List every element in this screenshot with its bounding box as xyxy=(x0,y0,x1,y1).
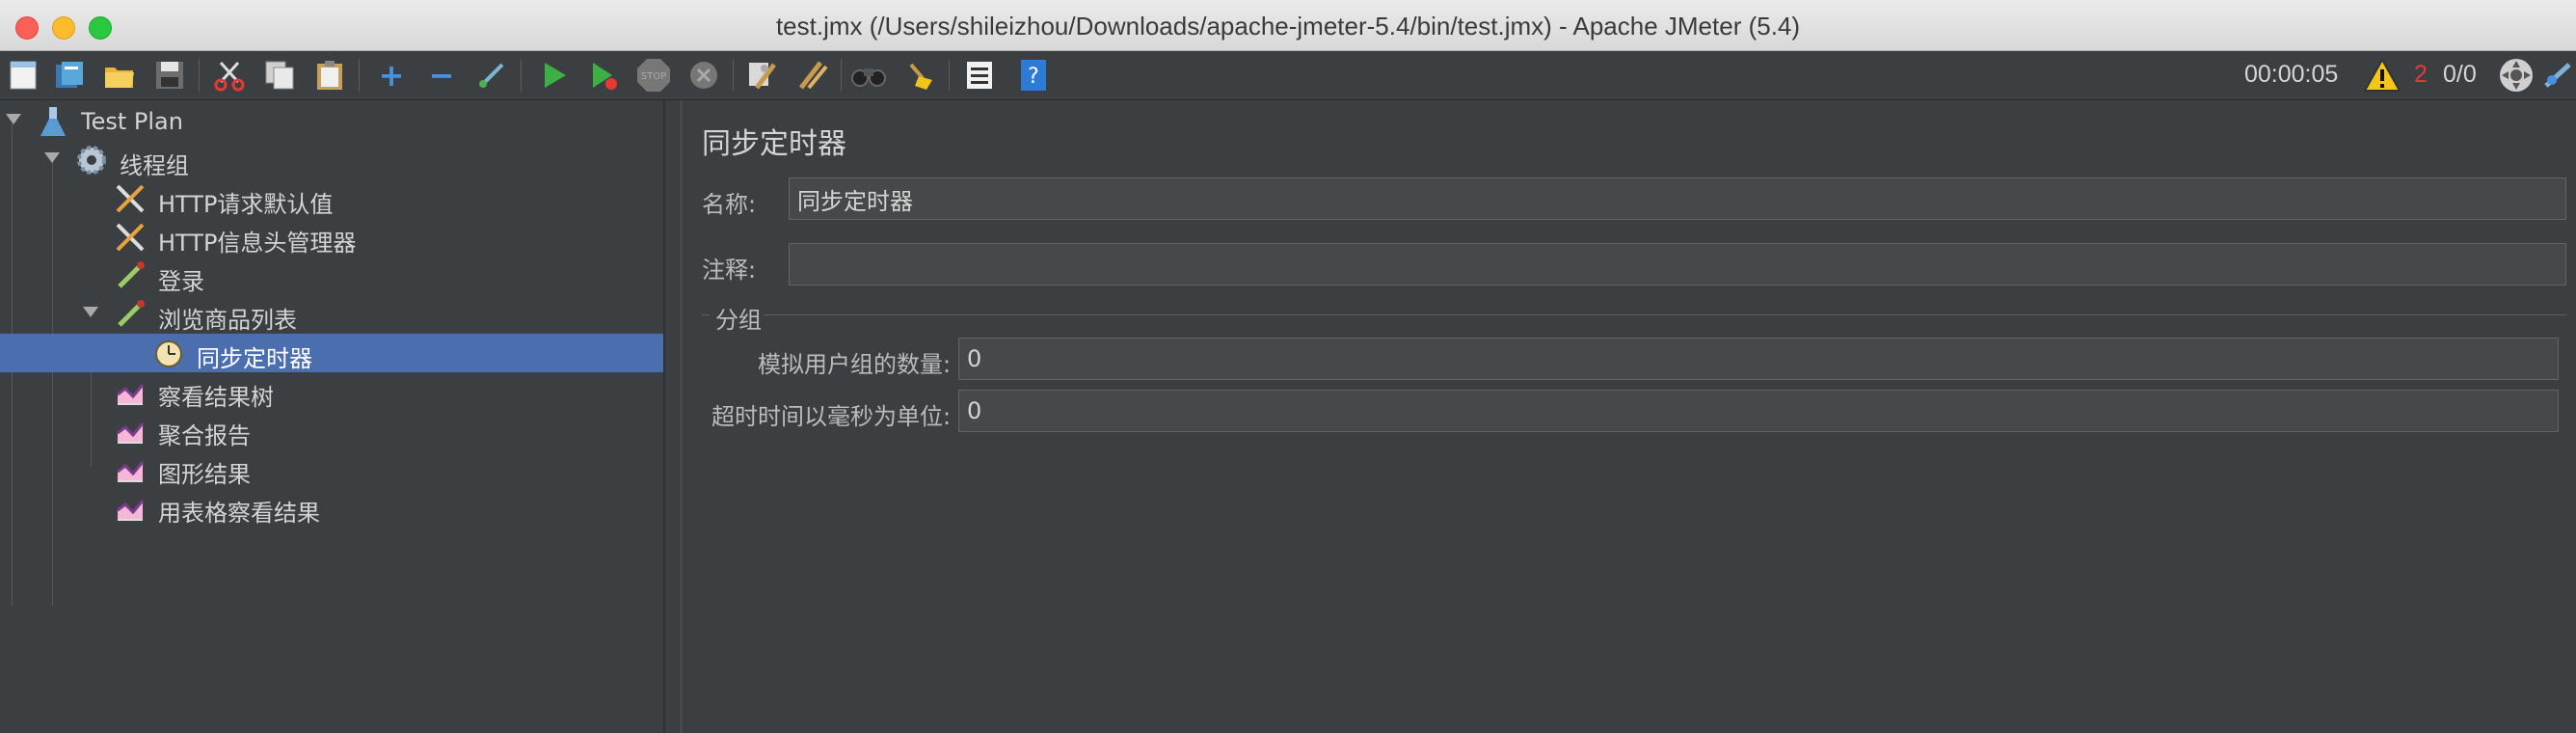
wrench-icon xyxy=(114,221,147,254)
tree-node-thread-group[interactable]: 线程组 xyxy=(0,141,663,179)
help-icon[interactable]: ? xyxy=(1014,57,1053,94)
panel-title: 同步定时器 xyxy=(702,127,846,161)
name-field[interactable] xyxy=(789,177,2566,220)
tree-node-graph-results[interactable]: 图形结果 xyxy=(0,449,663,488)
timeout-field[interactable] xyxy=(958,390,2559,432)
toolbar: + − STOP ? 00:00:05 2 0/0 xyxy=(0,51,2576,100)
warning-count: 2 xyxy=(2414,61,2428,88)
clear-icon[interactable] xyxy=(742,57,781,94)
comment-label: 注释: xyxy=(702,257,757,284)
tree-node-label: 聚合报告 xyxy=(158,422,251,449)
stop-icon[interactable]: STOP xyxy=(634,57,673,94)
expand-arrow-icon[interactable] xyxy=(44,152,60,163)
pipette-icon xyxy=(114,259,147,292)
remote-icon[interactable] xyxy=(2497,57,2536,94)
elapsed-time: 00:00:05 xyxy=(2244,61,2339,88)
start-no-pause-icon[interactable] xyxy=(584,57,623,94)
pipette-icon xyxy=(114,298,147,331)
new-icon[interactable] xyxy=(4,57,42,94)
tree-node-label: 用表格察看结果 xyxy=(158,500,320,527)
tree-node-label: Test Plan xyxy=(81,108,183,135)
cut-icon[interactable] xyxy=(210,57,249,94)
tree-node-label: 同步定时器 xyxy=(197,345,312,372)
thread-count: 0/0 xyxy=(2443,61,2477,88)
function-helper-icon[interactable] xyxy=(960,57,999,94)
tree-node-sync-timer[interactable]: 同步定时器 xyxy=(0,334,663,372)
expand-icon[interactable]: + xyxy=(372,57,411,94)
tree-node-browse-products[interactable]: 浏览商品列表 xyxy=(0,295,663,334)
graph-icon xyxy=(114,491,147,524)
tree-node-test-plan[interactable]: Test Plan xyxy=(0,102,663,141)
svg-text:?: ? xyxy=(1028,65,1039,89)
graph-icon xyxy=(114,414,147,447)
group-title: 分组 xyxy=(715,307,762,334)
tree-node-label: HTTP信息头管理器 xyxy=(158,230,357,257)
warning-icon[interactable] xyxy=(2362,57,2402,94)
tree-node-http-header-manager[interactable]: HTTP信息头管理器 xyxy=(0,218,663,257)
templates-icon[interactable] xyxy=(50,57,89,94)
timeout-label: 超时时间以毫秒为单位: xyxy=(711,403,952,430)
sync-timer-panel: 同步定时器 名称: 注释: 分组 模拟用户组的数量: 超时时间以毫秒为单位: xyxy=(667,100,2576,733)
window-titlebar: test.jmx (/Users/shileizhou/Downloads/ap… xyxy=(0,0,2576,51)
search-icon[interactable] xyxy=(850,57,889,94)
tree-node-aggregate-report[interactable]: 聚合报告 xyxy=(0,411,663,449)
paste-icon[interactable] xyxy=(310,57,349,94)
stop-label: STOP xyxy=(641,71,666,82)
gear-icon xyxy=(75,144,108,176)
tree-node-label: 察看结果树 xyxy=(158,384,274,411)
graph-icon xyxy=(114,452,147,485)
users-count-field[interactable] xyxy=(958,338,2559,380)
comment-field[interactable] xyxy=(789,243,2566,285)
tree-node-view-results-tree[interactable]: 察看结果树 xyxy=(0,372,663,411)
tree-node-http-defaults[interactable]: HTTP请求默认值 xyxy=(0,179,663,218)
users-count-label: 模拟用户组的数量: xyxy=(758,351,952,378)
tree-node-login[interactable]: 登录 xyxy=(0,257,663,295)
expand-arrow-icon[interactable] xyxy=(83,307,98,317)
tree-node-label: 浏览商品列表 xyxy=(158,307,297,334)
tree-node-label: 登录 xyxy=(158,268,204,295)
start-icon[interactable] xyxy=(534,57,573,94)
flask-icon xyxy=(37,105,69,138)
expand-arrow-icon[interactable] xyxy=(6,114,21,124)
toggle-icon[interactable] xyxy=(472,57,511,94)
shutdown-icon[interactable] xyxy=(684,57,723,94)
reset-search-icon[interactable] xyxy=(900,57,939,94)
log-viewer-icon[interactable] xyxy=(2541,57,2576,94)
tree-node-table-results[interactable]: 用表格察看结果 xyxy=(0,488,663,527)
collapse-icon[interactable]: − xyxy=(422,57,461,94)
tree-node-label: 线程组 xyxy=(120,152,189,179)
copy-icon[interactable] xyxy=(260,57,299,94)
open-icon[interactable] xyxy=(100,57,139,94)
wrench-icon xyxy=(114,182,147,215)
save-icon[interactable] xyxy=(150,57,189,94)
tree-node-label: HTTP请求默认值 xyxy=(158,191,334,218)
name-label: 名称: xyxy=(702,191,757,218)
graph-icon xyxy=(114,375,147,408)
window-title: test.jmx (/Users/shileizhou/Downloads/ap… xyxy=(775,12,1801,41)
clock-icon xyxy=(152,337,185,369)
tree-node-label: 图形结果 xyxy=(158,461,251,488)
test-plan-tree[interactable]: Test Plan 线程组 HTTP请求默认值 HTTP信息头管理器 登录 浏览… xyxy=(0,100,665,733)
clear-all-icon[interactable] xyxy=(792,57,831,94)
